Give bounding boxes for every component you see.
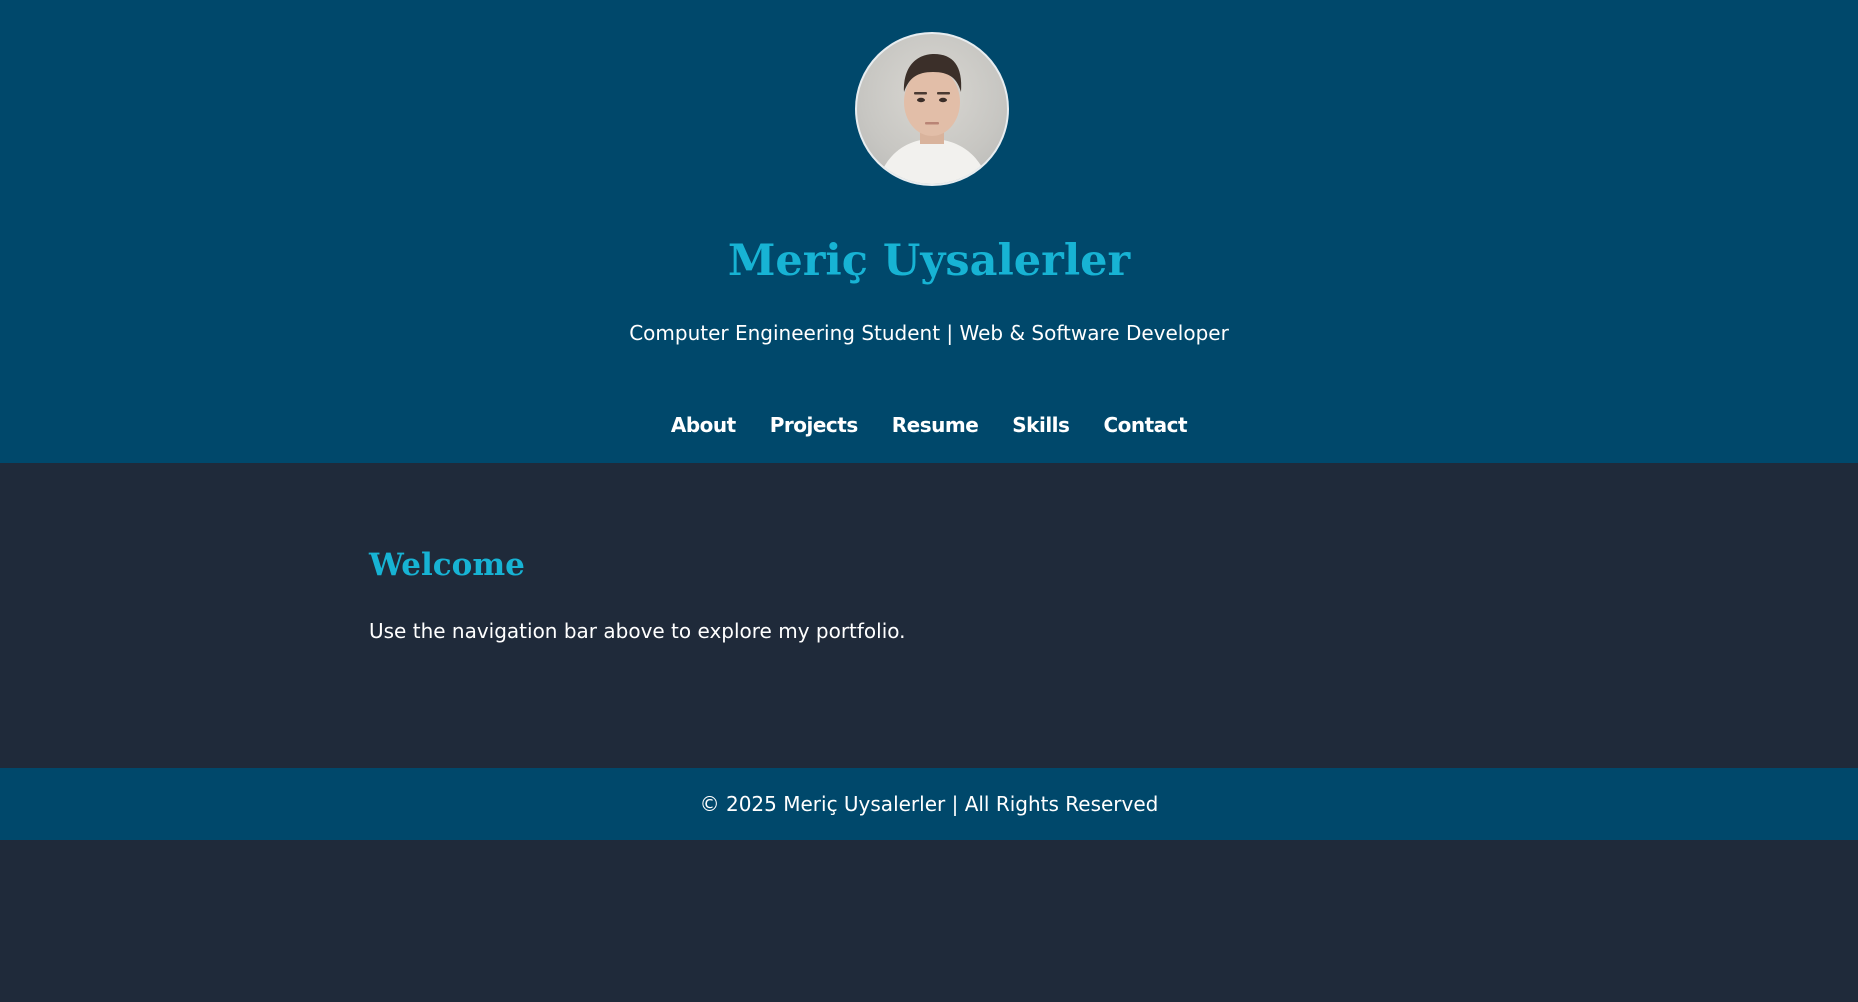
site-header: Meriç Uysalerler Computer Engineering St… (0, 0, 1858, 463)
site-name: Meriç Uysalerler (727, 236, 1131, 286)
profile-photo-icon (877, 54, 989, 184)
footer-copyright: © 2025 Meriç Uysalerler | All Rights Res… (699, 792, 1159, 816)
welcome-heading: Welcome (369, 547, 525, 583)
nav-link-skills[interactable]: Skills (1012, 413, 1070, 437)
nav-link-projects[interactable]: Projects (770, 413, 859, 437)
avatar (855, 32, 1009, 186)
site-tagline: Computer Engineering Student | Web & Sof… (629, 321, 1229, 345)
nav-link-about[interactable]: About (671, 413, 736, 437)
site-footer: © 2025 Meriç Uysalerler | All Rights Res… (0, 768, 1858, 840)
nav-link-contact[interactable]: Contact (1103, 413, 1187, 437)
main-content: Welcome Use the navigation bar above to … (0, 463, 1858, 768)
page: Meriç Uysalerler Computer Engineering St… (0, 0, 1858, 1002)
main-nav: About Projects Resume Skills Contact (0, 413, 1858, 437)
nav-link-resume[interactable]: Resume (892, 413, 979, 437)
welcome-text: Use the navigation bar above to explore … (369, 619, 906, 643)
